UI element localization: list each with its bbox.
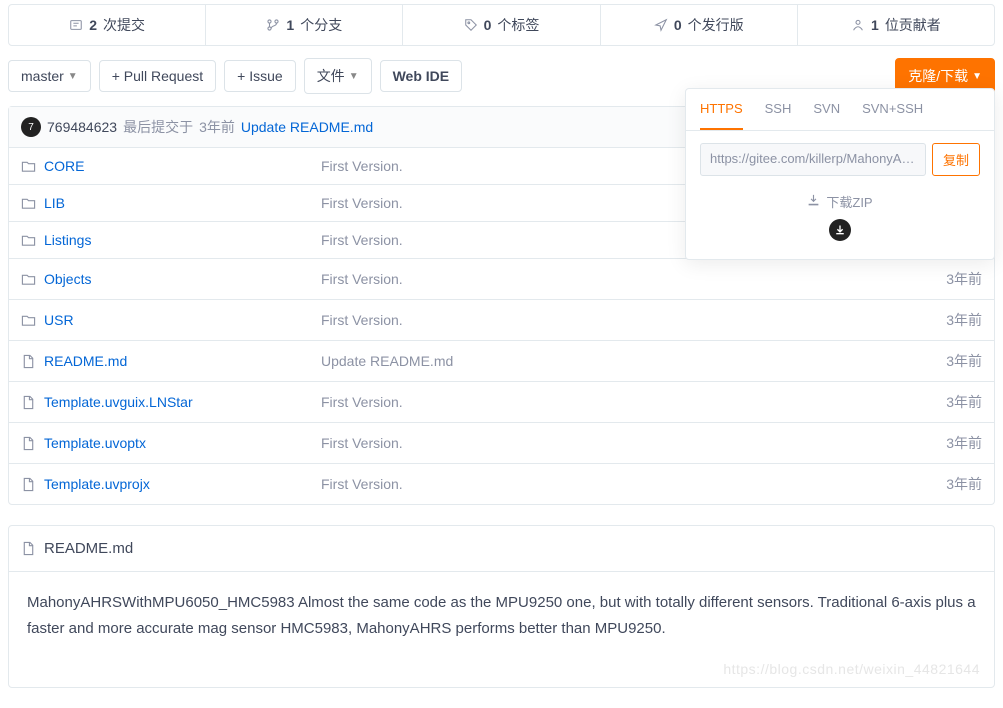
avatar[interactable]: 7 — [21, 117, 41, 137]
folder-icon — [21, 159, 36, 174]
commit-meta-label: 最后提交于 — [123, 117, 193, 137]
stat-commits[interactable]: 2 次提交 — [9, 5, 205, 45]
repo-stats-bar: 2 次提交 1 个分支 0 个标签 0 个发行版 1 位贡献者 — [8, 4, 995, 46]
release-icon — [654, 18, 668, 32]
tab-ssh[interactable]: SSH — [765, 89, 792, 130]
branch-selector[interactable]: master ▼ — [8, 60, 91, 92]
contributors-icon — [851, 18, 865, 32]
file-name-link[interactable]: README.md — [44, 353, 127, 369]
file-commit-message: First Version. — [321, 394, 902, 410]
caret-down-icon: ▼ — [68, 71, 78, 82]
tab-svn[interactable]: SVN — [813, 89, 840, 130]
file-icon — [21, 436, 36, 451]
download-zip-row: 下载ZIP — [700, 192, 980, 241]
file-name-link[interactable]: LIB — [44, 195, 65, 211]
folder-icon — [21, 196, 36, 211]
clone-protocol-tabs: HTTPS SSH SVN SVN+SSH — [686, 89, 994, 131]
tab-svnssh[interactable]: SVN+SSH — [862, 89, 923, 130]
file-icon — [21, 395, 36, 410]
copy-url-button[interactable]: 复制 — [932, 143, 980, 176]
download-zip-label: 下载ZIP — [826, 192, 872, 211]
file-commit-message: First Version. — [321, 312, 902, 328]
download-zip-button[interactable] — [829, 219, 851, 241]
file-name-link[interactable]: Template.uvoptx — [44, 435, 146, 451]
file-commit-message: First Version. — [321, 435, 902, 451]
commit-message-link[interactable]: Update README.md — [241, 119, 373, 135]
stat-branches[interactable]: 1 个分支 — [205, 5, 402, 45]
stat-tags[interactable]: 0 个标签 — [402, 5, 599, 45]
file-updated-time: 3年前 — [902, 310, 982, 330]
file-name-link[interactable]: Template.uvprojx — [44, 476, 150, 492]
readme-title: README.md — [44, 540, 133, 557]
caret-down-icon: ▼ — [972, 71, 982, 82]
folder-icon — [21, 313, 36, 328]
branch-icon — [266, 18, 280, 32]
new-pr-button[interactable]: + Pull Request — [99, 60, 216, 92]
file-name-link[interactable]: Listings — [44, 232, 91, 248]
commit-author[interactable]: 769484623 — [47, 119, 117, 135]
file-icon — [21, 477, 36, 492]
file-menu-button[interactable]: 文件 ▼ — [304, 58, 372, 94]
table-row: README.md Update README.md3年前 — [9, 341, 994, 382]
folder-icon — [21, 272, 36, 287]
file-commit-message: First Version. — [321, 476, 902, 492]
file-name-link[interactable]: Objects — [44, 271, 91, 287]
table-row: Objects First Version.3年前 — [9, 259, 994, 300]
file-updated-time: 3年前 — [902, 392, 982, 412]
file-name-link[interactable]: CORE — [44, 158, 84, 174]
table-row: Template.uvguix.LNStar First Version.3年前 — [9, 382, 994, 423]
file-updated-time: 3年前 — [902, 351, 982, 371]
file-updated-time: 3年前 — [902, 269, 982, 289]
webide-button[interactable]: Web IDE — [380, 60, 463, 92]
tab-https[interactable]: HTTPS — [700, 89, 743, 130]
caret-down-icon: ▼ — [349, 71, 359, 82]
file-icon — [21, 541, 36, 556]
folder-icon — [21, 233, 36, 248]
table-row: Template.uvoptx First Version.3年前 — [9, 423, 994, 464]
file-name-link[interactable]: USR — [44, 312, 74, 328]
new-issue-button[interactable]: + Issue — [224, 60, 296, 92]
clone-popover: HTTPS SSH SVN SVN+SSH https://gitee.com/… — [685, 88, 995, 260]
file-commit-message: First Version. — [321, 271, 902, 287]
download-icon — [807, 194, 820, 210]
tag-icon — [464, 18, 478, 32]
file-commit-message: Update README.md — [321, 353, 902, 369]
stat-contributors[interactable]: 1 位贡献者 — [797, 5, 994, 45]
file-icon — [21, 354, 36, 369]
commits-icon — [69, 18, 83, 32]
stat-releases[interactable]: 0 个发行版 — [600, 5, 797, 45]
readme-body: MahonyAHRSWithMPU6050_HMC5983 Almost the… — [9, 572, 994, 687]
commit-time: 3年前 — [199, 117, 235, 137]
table-row: Template.uvprojx First Version.3年前 — [9, 464, 994, 504]
file-updated-time: 3年前 — [902, 433, 982, 453]
table-row: USR First Version.3年前 — [9, 300, 994, 341]
readme-panel: README.md MahonyAHRSWithMPU6050_HMC5983 … — [8, 525, 995, 688]
file-name-link[interactable]: Template.uvguix.LNStar — [44, 394, 193, 410]
file-updated-time: 3年前 — [902, 474, 982, 494]
readme-header: README.md — [9, 526, 994, 572]
clone-url-input[interactable]: https://gitee.com/killerp/MahonyAHRS… — [700, 143, 926, 176]
